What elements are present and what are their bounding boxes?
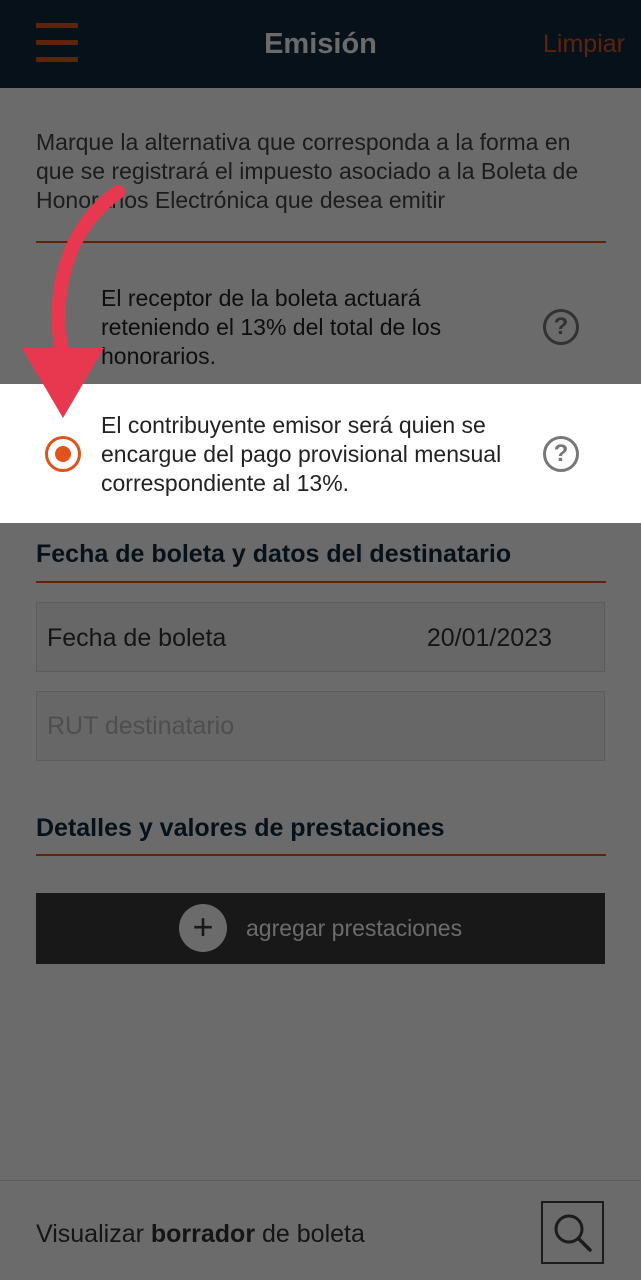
date-value: 20/01/2023 [426, 624, 552, 652]
date-label: Fecha de boleta [47, 624, 227, 652]
option-receiver-retains[interactable]: El receptor de la boleta actuará retenie… [0, 248, 641, 384]
bottom-bar: Visualizar borrador de boleta [0, 1180, 641, 1281]
rut-field[interactable] [36, 691, 605, 761]
help-icon[interactable]: ? [543, 309, 579, 345]
intro-text: Marque la alternativa que corresponda a … [36, 129, 579, 213]
draft-suffix: de boleta [255, 1220, 365, 1248]
option-text: El receptor de la boleta actuará retenie… [101, 285, 442, 369]
help-icon[interactable]: ? [543, 436, 579, 472]
option-text: El contribuyente emisor será quien se en… [101, 412, 502, 496]
divider [36, 581, 606, 583]
divider [36, 854, 606, 856]
add-services-label: agregar prestaciones [246, 915, 463, 941]
section-title-services: Detalles y valores de prestaciones [36, 814, 445, 842]
app-bar: Emisión Limpiar [0, 0, 641, 88]
rut-input[interactable] [37, 692, 604, 760]
draft-bold: borrador [150, 1220, 256, 1248]
search-button[interactable] [541, 1201, 604, 1264]
radio-selected[interactable] [45, 436, 81, 472]
date-field[interactable]: Fecha de boleta 20/01/2023 [36, 602, 605, 672]
search-icon [554, 1214, 592, 1252]
clear-button[interactable]: Limpiar [543, 0, 625, 88]
view-draft-link[interactable]: Visualizar borrador de boleta [36, 1181, 365, 1287]
main-content: Marque la alternativa que corresponda a … [0, 88, 641, 1180]
add-services-button[interactable]: + agregar prestaciones [36, 893, 605, 964]
section-title-recipient: Fecha de boleta y datos del destinatario [36, 540, 512, 568]
option-issuer-pays[interactable]: El contribuyente emisor será quien se en… [0, 384, 641, 523]
divider [36, 241, 606, 243]
draft-prefix: Visualizar [36, 1220, 151, 1248]
plus-icon: + [179, 904, 227, 952]
